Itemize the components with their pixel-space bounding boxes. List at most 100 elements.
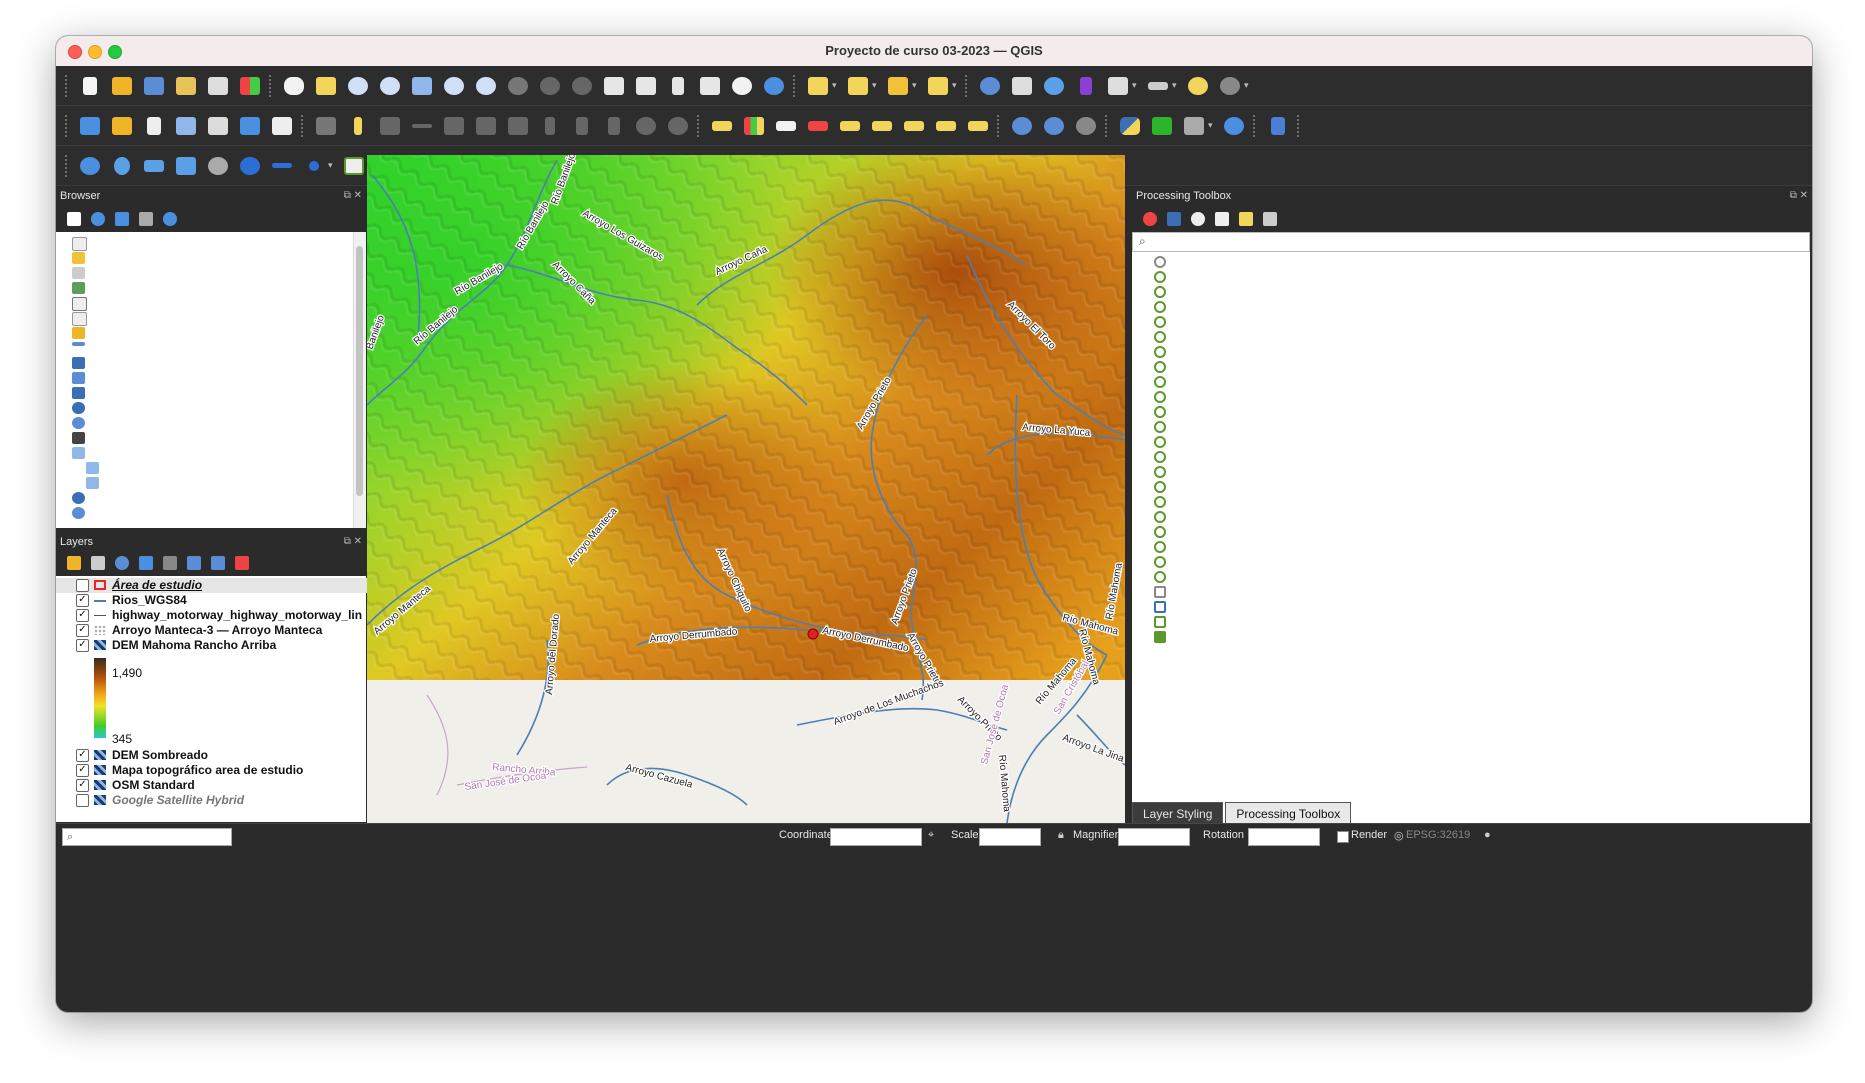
scale-field[interactable]	[979, 828, 1041, 846]
close-window-button[interactable]	[68, 45, 82, 59]
zoom-last-icon[interactable]	[537, 73, 563, 99]
xyz-tiles-icon[interactable]	[72, 447, 85, 459]
wms-icon[interactable]	[72, 417, 85, 429]
magnifier-field[interactable]	[1118, 828, 1190, 846]
globe-icon[interactable]: ◎	[1394, 829, 1404, 842]
qgis-search-icon[interactable]	[341, 153, 367, 179]
wcs-icon[interactable]	[72, 492, 85, 504]
home-icon[interactable]	[72, 297, 87, 311]
add-wcs-layer-icon[interactable]	[1073, 113, 1099, 139]
db2-icon[interactable]	[72, 402, 85, 414]
numbering-icon[interactable]	[301, 153, 327, 179]
layer-checkbox[interactable]: ✓	[76, 639, 89, 652]
redo-icon[interactable]	[665, 113, 691, 139]
open-attribute-table-icon[interactable]	[1009, 73, 1035, 99]
layer-checkbox[interactable]: ✓	[76, 749, 89, 762]
layer-checkbox[interactable]: ✓	[76, 779, 89, 792]
render-checkbox[interactable]	[1337, 831, 1349, 843]
folder-icon[interactable]	[72, 237, 87, 251]
locator-settings-icon[interactable]	[1217, 73, 1243, 99]
layer-diagram-icon[interactable]	[741, 113, 767, 139]
provider-vector-selection-icon[interactable]	[1154, 541, 1166, 553]
provider-vector-general-icon[interactable]	[1154, 496, 1166, 508]
show-bookmarks-icon[interactable]	[697, 73, 723, 99]
zoom-to-layer-icon[interactable]	[473, 73, 499, 99]
crs-button[interactable]: EPSG:32619	[1406, 829, 1470, 841]
minimize-window-button[interactable]	[88, 45, 102, 59]
field-calculator-icon[interactable]	[141, 153, 167, 179]
save-as-icon[interactable]	[173, 73, 199, 99]
models-icon[interactable]	[1143, 212, 1157, 226]
chevron-down-icon[interactable]: ▾	[328, 160, 336, 171]
delete-selected-icon[interactable]	[505, 113, 531, 139]
provider-vector-geometry-icon[interactable]	[1154, 511, 1166, 523]
provider-plots-icon[interactable]	[1154, 391, 1166, 403]
lock-icon[interactable]: 🔒︎	[1058, 829, 1064, 842]
save-edits-icon[interactable]	[377, 113, 403, 139]
deselect-features-icon[interactable]	[885, 73, 911, 99]
close-panel-icon[interactable]: ⧉ ✕	[1790, 186, 1808, 206]
toolbar-grip[interactable]	[268, 73, 272, 98]
add-layer-icon[interactable]	[67, 212, 81, 226]
collapse-all-icon[interactable]	[211, 556, 225, 570]
zoom-native-icon[interactable]	[505, 73, 531, 99]
provider-raster-analysis-icon[interactable]	[1154, 406, 1166, 418]
provider-mesh-icon[interactable]	[1154, 361, 1166, 373]
new-map-view-icon[interactable]	[601, 73, 627, 99]
add-raster-icon[interactable]	[237, 113, 263, 139]
zoom-window-button[interactable]	[108, 45, 122, 59]
new-geopackage-icon[interactable]	[109, 113, 135, 139]
zoom-full-icon[interactable]	[409, 73, 435, 99]
arrow-tool-icon[interactable]	[269, 153, 295, 179]
change-label-icon[interactable]	[933, 113, 959, 139]
select-features-icon[interactable]	[805, 73, 831, 99]
filter-icon[interactable]	[115, 212, 129, 226]
rotate-label-icon[interactable]	[901, 113, 927, 139]
chevron-down-icon[interactable]: ▾	[1208, 120, 1216, 131]
provider-interpolation-icon[interactable]	[1154, 331, 1166, 343]
close-panel-icon[interactable]: ⧉ ✕	[344, 532, 362, 552]
provider-file-tools-icon[interactable]	[1154, 301, 1166, 313]
edit-features-inplace-icon[interactable]	[1239, 212, 1253, 226]
processing-tree[interactable]: ⌕	[1132, 232, 1810, 823]
rotation-field[interactable]	[1248, 828, 1320, 846]
copy-features-icon[interactable]	[569, 113, 595, 139]
move-label-icon[interactable]	[869, 113, 895, 139]
mouse-cursor-icon[interactable]: ⌖	[928, 829, 934, 842]
digitize-line-icon[interactable]	[409, 113, 435, 139]
toolbar-grip[interactable]	[64, 73, 68, 98]
new-line-layer-icon[interactable]	[173, 113, 199, 139]
toolbar-grip[interactable]	[64, 153, 68, 178]
quick-osm-icon[interactable]	[205, 153, 231, 179]
new-project-icon[interactable]	[77, 73, 103, 99]
graph-nodes-icon[interactable]	[109, 153, 135, 179]
paste-features-icon[interactable]	[601, 113, 627, 139]
layer-item-highway[interactable]: ✓ highway_motorway_highway_motorway_lin	[56, 608, 414, 623]
undo-icon[interactable]	[633, 113, 659, 139]
chevron-down-icon[interactable]: ▾	[1244, 80, 1252, 91]
options-icon[interactable]	[1263, 212, 1277, 226]
new-temp-layer-icon[interactable]	[205, 113, 231, 139]
scripts-icon[interactable]	[1167, 212, 1181, 226]
layer-checkbox[interactable]: ✓	[76, 624, 89, 637]
zoom-to-selection-icon[interactable]	[441, 73, 467, 99]
label-properties-icon[interactable]	[965, 113, 991, 139]
spatialite-icon[interactable]	[72, 342, 85, 346]
provider-vector-overlay-icon[interactable]	[1154, 526, 1166, 538]
map-tips-icon[interactable]	[1185, 73, 1211, 99]
toolbar-grip[interactable]	[792, 73, 796, 98]
layers-tree[interactable]: Área de estudio ✓ Rios_WGS84 ✓ highway_m…	[56, 576, 414, 822]
zoom-in-icon[interactable]	[345, 73, 371, 99]
pan-to-selection-icon[interactable]	[313, 73, 339, 99]
save-project-icon[interactable]	[141, 73, 167, 99]
remove-layer-icon[interactable]	[235, 556, 249, 570]
provider-network-analysis-icon[interactable]	[1154, 376, 1166, 388]
collapse-all-icon[interactable]	[139, 212, 153, 226]
add-group-icon[interactable]	[91, 556, 105, 570]
toolbar-grip[interactable]	[300, 113, 304, 138]
layer-styling-icon[interactable]	[67, 556, 81, 570]
refresh-icon[interactable]	[91, 212, 105, 226]
browser-scrollbar[interactable]	[353, 232, 366, 528]
root-folder-icon[interactable]	[72, 312, 87, 326]
statistics-sigma-icon[interactable]	[1073, 73, 1099, 99]
